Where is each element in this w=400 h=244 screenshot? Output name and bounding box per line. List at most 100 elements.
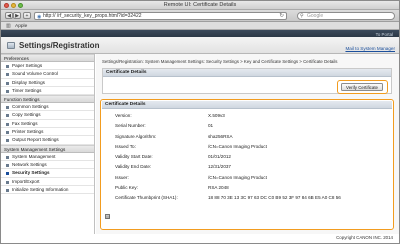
globe-icon: ◉ <box>37 14 42 20</box>
bullet-icon <box>6 172 9 176</box>
bullet-icon <box>6 73 9 77</box>
reload-icon[interactable]: ↻ <box>279 13 284 19</box>
page-title: Settings/Registration <box>19 41 100 50</box>
sidebar-item-label: System Management <box>12 153 56 159</box>
portal-link[interactable]: To Portal <box>376 32 393 37</box>
detail-row: Validity End Date: 12/31/2037 <box>115 164 385 174</box>
bullet-icon <box>6 89 9 93</box>
detail-value: RSA 2048 <box>208 185 229 191</box>
search-input[interactable]: ⚲ Google <box>297 12 395 20</box>
sidebar: Preferences Paper Settings Sound Volume … <box>1 54 95 234</box>
bookmark-apple[interactable]: Apple <box>15 24 27 29</box>
sidebar-item-paper-settings[interactable]: Paper Settings <box>1 62 94 71</box>
detail-row: Certificate Thumbprint (SHA1): 18 88 70 3… <box>115 195 385 205</box>
detail-row: Issued To: /CN=Canon Imaging Product <box>115 144 385 154</box>
sidebar-item-sound-volume[interactable]: Sound Volume Control <box>1 70 94 79</box>
bullet-icon <box>6 163 9 167</box>
sidebar-item-label: Sound Volume Control <box>12 71 58 77</box>
detail-value: 01 <box>208 123 214 129</box>
forward-button[interactable]: ▶ <box>13 12 21 19</box>
detail-key: Version: <box>115 113 132 118</box>
sidebar-item-import-export[interactable]: Import/Export <box>1 178 94 186</box>
detail-value: 01/01/2012 <box>208 154 231 160</box>
detail-value: 12/31/2037 <box>208 164 231 170</box>
bullet-icon <box>6 65 9 68</box>
bullet-icon <box>6 106 9 110</box>
bookmarks-bar: ▥ Apple <box>1 22 399 30</box>
address-bar[interactable]: ◉ http:// /rf_security_key_props.html?id… <box>34 12 287 20</box>
sidebar-item-copy-settings[interactable]: Copy Settings <box>1 111 94 120</box>
sidebar-item-output-report-settings[interactable]: Output Report Settings <box>1 136 94 145</box>
sidebar-item-label: Common Settings <box>12 104 49 110</box>
sidebar-section-preferences: Preferences <box>1 54 94 62</box>
sidebar-section-function-settings: Function Settings <box>1 95 94 104</box>
detail-value: sha256RSA <box>208 133 233 139</box>
mail-to-system-manager-link[interactable]: Mail to System Manager <box>345 46 395 51</box>
detail-row: Issuer: /CN=Canon Imaging Product <box>115 175 385 185</box>
add-bookmark-button[interactable]: + <box>23 12 31 19</box>
title-bar: Remote UI: Certificate Details <box>1 1 399 10</box>
sidebar-item-label: Printer Settings <box>12 129 44 135</box>
detail-value: /CN=Canon Imaging Product <box>208 143 267 149</box>
verify-highlight: Verify Certificate <box>337 80 388 94</box>
detail-key: Signature Algorithm: <box>115 133 157 139</box>
bullet-icon <box>6 131 9 135</box>
sidebar-item-timer-settings[interactable]: Timer Settings <box>1 87 94 96</box>
sidebar-section-system-management: System Management Settings <box>1 144 94 153</box>
detail-key: Validity Start Date: <box>115 154 153 160</box>
detail-row: Validity Start Date: 01/01/2012 <box>115 154 385 164</box>
detail-row: Signature Algorithm: sha256RSA <box>115 134 385 144</box>
detail-key: Validity End Date: <box>115 164 152 170</box>
browser-toolbar: ◀ ▶ + ◉ http:// /rf_security_key_props.h… <box>1 10 399 22</box>
sidebar-item-label: Import/Export <box>12 178 40 184</box>
sidebar-item-initialize-setting[interactable]: Initialize Setting Information <box>1 186 94 195</box>
sidebar-item-label: Output Report Settings <box>12 137 59 143</box>
certificate-details-panel: Certificate Details Version: X.509v3 Seri… <box>100 99 394 230</box>
sidebar-item-security-settings[interactable]: Security Settings <box>1 169 94 178</box>
sidebar-item-network-settings[interactable]: Network Settings <box>1 161 94 170</box>
main-content: Settings/Registration: System Management… <box>96 54 399 234</box>
detail-row: Version: X.509v3 <box>115 113 385 123</box>
bullet-icon <box>6 188 9 192</box>
detail-row: Public Key: RSA 2048 <box>115 185 385 195</box>
detail-value: 18 88 70 3E 13 3C 97 63 DC C0 B9 52 3F 9… <box>208 195 341 201</box>
detail-row: Serial Number: 01 <box>115 123 385 133</box>
sidebar-item-printer-settings[interactable]: Printer Settings <box>1 128 94 137</box>
sidebar-item-label: Copy Settings <box>12 112 41 118</box>
sidebar-item-label: Display Settings <box>12 79 45 85</box>
bullet-icon <box>6 122 9 126</box>
bullet-icon <box>6 81 9 85</box>
sidebar-item-display-settings[interactable]: Display Settings <box>1 79 94 87</box>
copyright: Copyright CANON INC. 2014 <box>336 235 393 240</box>
back-button[interactable]: ◀ <box>5 12 13 19</box>
sidebar-item-common-settings[interactable]: Common Settings <box>1 103 94 112</box>
detail-key: Serial Number: <box>115 123 146 129</box>
search-icon: ⚲ <box>300 13 304 19</box>
detail-key: Public Key: <box>115 185 138 191</box>
sidebar-item-label: Network Settings <box>12 161 47 167</box>
sidebar-item-label: Timer Settings <box>12 87 42 93</box>
verify-certificate-button[interactable]: Verify Certificate <box>341 83 383 91</box>
bullet-icon <box>6 114 9 118</box>
bullet-icon <box>6 139 9 143</box>
window-title: Remote UI: Certificate Details <box>163 2 237 8</box>
detail-value: /CN=Canon Imaging Product <box>208 174 267 180</box>
bookmarks-icon[interactable]: ▥ <box>6 23 11 29</box>
sidebar-item-label: Fax Settings <box>12 120 38 126</box>
detail-key: Issuer: <box>115 174 129 180</box>
sidebar-item-fax-settings[interactable]: Fax Settings <box>1 120 94 129</box>
settings-icon <box>7 42 15 49</box>
search-placeholder: Google <box>307 13 324 19</box>
panel-title: Certificate Details <box>102 101 392 109</box>
address-text: http:// /rf_security_key_props.html?id=3… <box>43 13 142 19</box>
bullet-icon <box>6 155 9 159</box>
sidebar-item-label: Security Settings <box>12 170 50 176</box>
certificate-actions-panel: Certificate Details Verify Certificate <box>102 68 392 94</box>
top-band: To Portal <box>1 30 399 37</box>
detail-value: X.509v3 <box>208 113 225 118</box>
sidebar-item-label: Paper Settings <box>12 63 43 68</box>
panel-title: Certificate Details <box>103 69 391 77</box>
print-icon[interactable]: ▤ <box>105 214 110 219</box>
sidebar-item-system-management[interactable]: System Management <box>1 153 94 161</box>
browser-window: Remote UI: Certificate Details ◀ ▶ + ◉ h… <box>0 0 400 244</box>
